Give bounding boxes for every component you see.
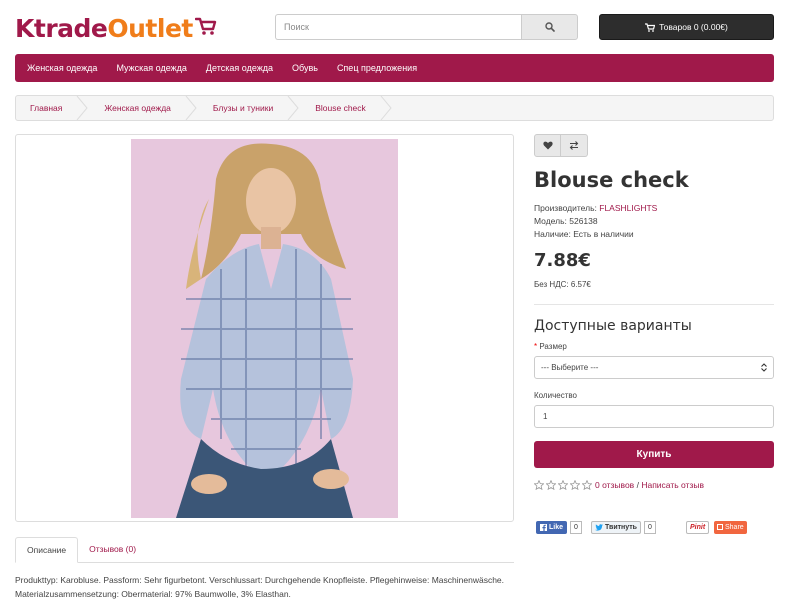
required-mark: * <box>534 342 538 351</box>
product-tabs: Описание Отзывов (0) <box>15 537 514 563</box>
breadcrumb-women[interactable]: Женская одежда <box>90 96 185 120</box>
share-label: Share <box>725 523 744 531</box>
share-button[interactable]: Share <box>714 520 747 534</box>
options-title: Доступные варианты <box>534 318 692 334</box>
wishlist-button[interactable] <box>534 134 561 157</box>
rating-stars <box>534 480 592 490</box>
cart-button[interactable]: Товаров 0 (0.00€) <box>599 14 774 40</box>
tax-price: 6.57€ <box>570 280 591 289</box>
availability-row: Наличие: Есть в наличии <box>534 228 657 241</box>
twitter-tweet-button[interactable]: Твитнуть <box>591 520 641 534</box>
size-select[interactable]: --- Выберите --- <box>534 356 774 379</box>
model-value: 526138 <box>569 216 598 226</box>
main-menu: Женская одежда Мужская одежда Детская од… <box>15 54 774 82</box>
heart-icon <box>542 141 553 150</box>
cart-label: Товаров 0 (0.00€) <box>659 22 728 32</box>
pinterest-pin-button[interactable]: Pinit <box>686 520 710 534</box>
menu-item-specials[interactable]: Спец предложения <box>337 63 417 73</box>
logo-text-primary: Ktrade <box>15 13 108 43</box>
breadcrumb-separator <box>76 96 89 120</box>
facebook-like-widget: Like 0 <box>536 520 582 534</box>
size-label: * Размер <box>534 342 567 351</box>
product-photo[interactable] <box>131 139 398 518</box>
quantity-label: Количество <box>534 391 577 400</box>
model-row: Модель: 526138 <box>534 215 657 228</box>
size-select-value: --- Выберите --- <box>541 363 599 372</box>
select-arrows-icon <box>761 363 767 372</box>
product-title: Blouse check <box>534 168 689 192</box>
facebook-icon <box>540 523 547 531</box>
twitter-widget: Твитнуть 0 <box>591 520 656 534</box>
star-empty-icon <box>546 480 556 490</box>
price-ex-tax: Без НДС: 6.57€ <box>534 280 591 289</box>
rating-row: 0 отзывов / Написать отзыв <box>534 480 704 490</box>
exchange-icon <box>569 141 579 150</box>
share-icon <box>717 524 723 530</box>
facebook-like-label: Like <box>549 523 564 531</box>
search-icon <box>544 22 555 32</box>
tab-description[interactable]: Описание <box>15 537 79 563</box>
star-empty-icon <box>558 480 568 490</box>
model-label: Модель: <box>534 216 567 226</box>
shopping-cart-icon <box>645 22 656 32</box>
tax-label: Без НДС: <box>534 280 569 289</box>
breadcrumb-separator <box>380 96 392 120</box>
divider <box>534 304 774 305</box>
cart-logo-icon <box>194 17 217 35</box>
rating-separator: / <box>636 480 639 490</box>
product-description: Produkttyp: Karobluse. Passform: Sehr fi… <box>15 575 505 599</box>
size-label-text: Размер <box>539 342 567 351</box>
breadcrumb: Главная Женская одежда Блузы и туники Bl… <box>15 95 774 121</box>
availability-label: Наличие: <box>534 229 571 239</box>
star-empty-icon <box>570 480 580 490</box>
twitter-count: 0 <box>643 520 656 534</box>
site-logo[interactable]: Ktrade Outlet <box>15 12 217 44</box>
twitter-icon <box>595 523 603 531</box>
menu-item-shoes[interactable]: Обувь <box>292 63 318 73</box>
compare-button[interactable] <box>561 134 588 157</box>
star-empty-icon <box>582 480 592 490</box>
facebook-like-button[interactable]: Like <box>536 520 568 534</box>
search-button[interactable] <box>521 14 578 40</box>
breadcrumb-current[interactable]: Blouse check <box>301 96 380 120</box>
tab-reviews[interactable]: Отзывов (0) <box>78 536 147 562</box>
menu-item-men[interactable]: Мужская одежда <box>116 63 186 73</box>
breadcrumb-home[interactable]: Главная <box>16 96 76 120</box>
menu-item-women[interactable]: Женская одежда <box>27 63 97 73</box>
search-bar <box>275 14 578 40</box>
search-input[interactable] <box>275 14 521 40</box>
menu-item-kids[interactable]: Детская одежда <box>206 63 273 73</box>
breadcrumb-blouses[interactable]: Блузы и туники <box>199 96 287 120</box>
buy-button[interactable]: Купить <box>534 441 774 468</box>
availability-value: Есть в наличии <box>573 229 634 239</box>
facebook-like-count: 0 <box>570 520 582 534</box>
star-empty-icon <box>534 480 544 490</box>
product-action-buttons <box>534 134 588 157</box>
breadcrumb-separator <box>287 96 299 120</box>
share-widget: Share <box>714 520 747 534</box>
manufacturer-label: Производитель: <box>534 203 597 213</box>
breadcrumb-separator <box>185 96 197 120</box>
manufacturer-row: Производитель: FLASHLIGHTS <box>534 202 657 215</box>
quantity-input[interactable]: 1 <box>534 405 774 428</box>
write-review-link[interactable]: Написать отзыв <box>641 480 704 490</box>
product-price: 7.88€ <box>534 250 591 271</box>
logo-text-secondary: Outlet <box>107 13 193 43</box>
product-meta: Производитель: FLASHLIGHTS Модель: 52613… <box>534 202 657 241</box>
reviews-link[interactable]: 0 отзывов <box>595 480 634 490</box>
pinterest-widget: Pinit <box>686 520 710 534</box>
twitter-tweet-label: Твитнуть <box>605 523 637 531</box>
manufacturer-link[interactable]: FLASHLIGHTS <box>599 203 657 213</box>
